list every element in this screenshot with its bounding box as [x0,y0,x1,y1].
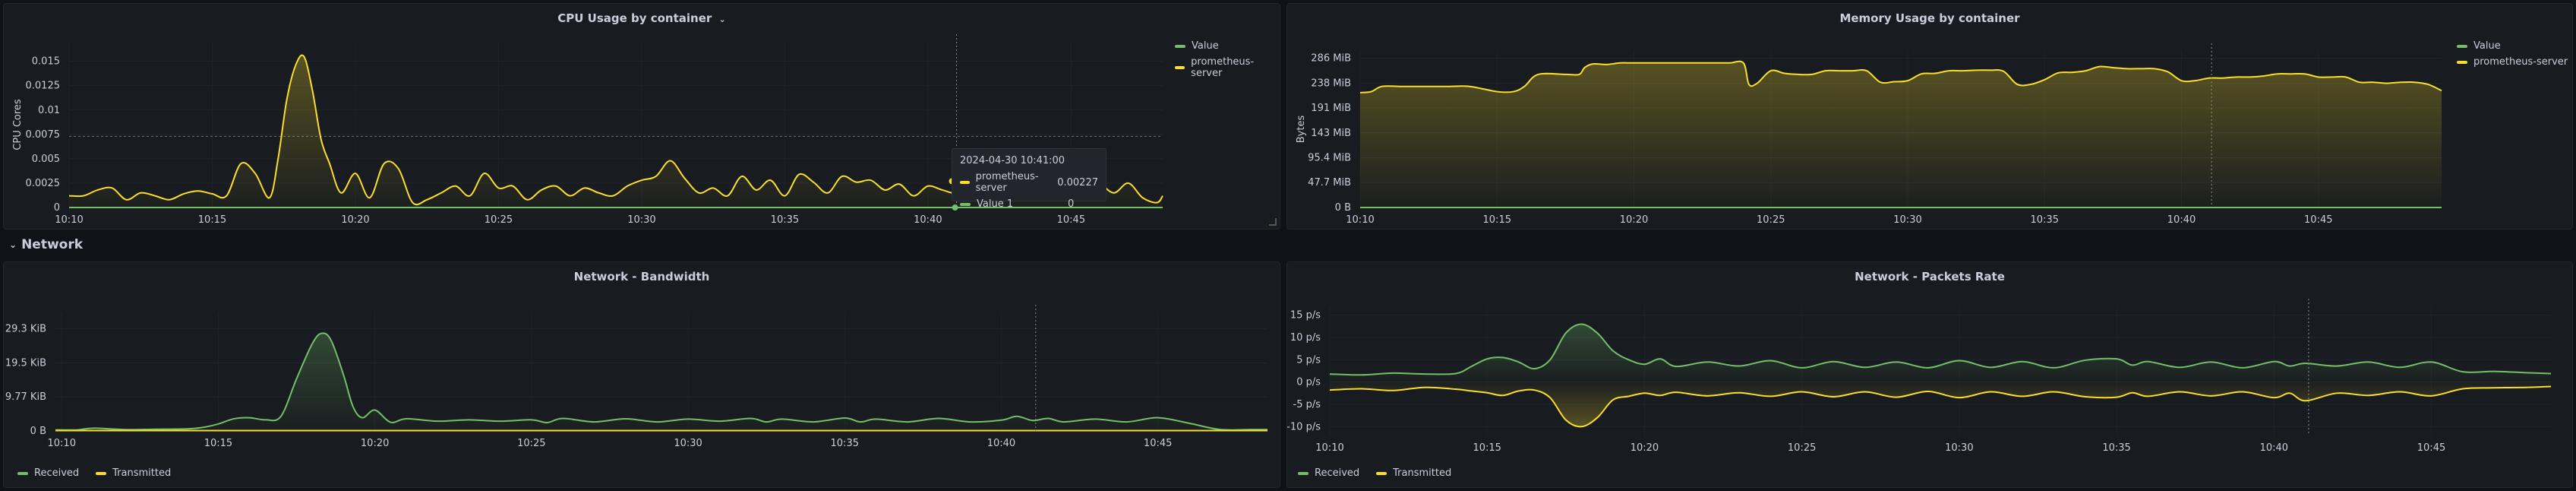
y-axis-label: Bytes [1296,116,1307,144]
x-tick-label: 10:35 [2031,214,2059,226]
x-tick-label: 10:45 [1144,438,1172,449]
legend-item-received[interactable]: Received [1298,467,1359,479]
tooltip-row: Value 10 [960,198,1098,210]
x-tick-label: 10:20 [361,438,389,449]
y-tick-label: 0.01 [38,105,60,116]
bandwidth-legend: Received Transmitted [17,467,171,479]
series-area [1330,324,2551,382]
y-tick-label: 19.5 KiB [5,358,46,369]
bandwidth-chart[interactable]: 0 B 9.77 KiB 19.5 KiB 29.3 KiB 10:10 10:15 10:… [4,262,1280,488]
x-tick-label: 10:45 [1057,214,1085,226]
x-tick-label: 10:45 [2304,214,2332,226]
x-tick-label: 10:10 [1315,442,1343,454]
tooltip-row: prometheus-server 0.00227 [960,171,1098,194]
x-tick-label: 10:35 [771,214,799,226]
cpu-legend: Value prometheus-server [1175,40,1280,84]
y-tick-label: 29.3 KiB [5,324,46,335]
x-tick-label: 10:20 [1620,214,1648,226]
y-tick-label: 238 MiB [1311,78,1351,90]
x-tick-label: 10:10 [48,438,76,449]
y-tick-label: -5 p/s [1293,399,1321,410]
packets-legend: Received Transmitted [1298,467,1451,479]
x-tick-label: 10:30 [627,214,655,226]
y-tick-label: 0 p/s [1296,377,1321,388]
y-tick-label: 9.77 KiB [5,391,46,403]
x-tick-label: 10:40 [987,438,1015,449]
x-tick-label: 10:40 [2260,442,2288,454]
y-tick-label: -10 p/s [1287,421,1321,432]
y-tick-label: 15 p/s [1290,310,1321,322]
cpu-usage-panel[interactable]: CPU Usage by container ⌄ 0 0.0025 0.005 0.0… [3,3,1280,230]
legend-item-received[interactable]: Received [17,467,79,479]
x-tick-label: 10:45 [2417,442,2445,454]
memory-chart[interactable]: 0 B 47.7 MiB 95.4 MiB 143 MiB 191 MiB 238 MiB… [1287,4,2573,230]
memory-legend: Value prometheus-server [2457,40,2568,72]
packets-chart[interactable]: -10 p/s -5 p/s 0 p/s 5 p/s 10 p/s 15 p/s 10:10… [1287,262,2573,488]
legend-item-prometheus-server[interactable]: prometheus-server [2457,56,2568,68]
x-tick-label: 10:20 [341,214,369,226]
legend-item-transmitted[interactable]: Transmitted [96,467,171,479]
x-tick-label: 10:15 [204,438,232,449]
network-bandwidth-panel[interactable]: Network - Bandwidth 0 B 9.77 KiB 19.5 KiB 2… [3,261,1280,488]
x-tick-label: 10:10 [55,214,83,226]
network-packets-panel[interactable]: Network - Packets Rate -10 p/s -5 p/s 0 p/… [1286,261,2573,488]
x-tick-label: 10:25 [485,214,513,226]
chevron-down-icon: ⌄ [9,239,17,250]
x-tick-label: 10:40 [2167,214,2196,226]
y-axis-label: CPU Cores [12,99,24,150]
legend-item-value[interactable]: Value [1175,40,1280,52]
y-tick-label: 286 MiB [1311,53,1351,65]
x-tick-label: 10:15 [198,214,226,226]
x-tick-label: 10:30 [1945,442,1973,454]
x-tick-label: 10:35 [831,438,859,449]
y-tick-label: 5 p/s [1296,354,1321,366]
y-tick-label: 0.0025 [26,178,61,189]
hover-tooltip: 2024-04-30 10:41:00 prometheus-server 0.0… [952,148,1106,210]
y-tick-label: 0.005 [32,154,60,165]
legend-item-value[interactable]: Value [2457,40,2568,52]
y-tick-label: 10 p/s [1290,332,1321,344]
x-tick-label: 10:30 [674,438,702,449]
resize-handle-icon[interactable] [1269,218,1277,226]
y-tick-label: 0 B [1335,202,1351,214]
legend-item-transmitted[interactable]: Transmitted [1376,467,1451,479]
x-tick-label: 10:40 [914,214,942,226]
x-tick-label: 10:35 [2102,442,2130,454]
tooltip-time: 2024-04-30 10:41:00 [960,155,1065,166]
series-line[interactable] [55,332,1267,431]
y-tick-label: 0.015 [32,56,60,68]
y-tick-label: 0.0075 [26,129,61,141]
x-tick-label: 10:25 [517,438,545,449]
x-tick-label: 10:10 [1346,214,1374,226]
y-tick-label: 0 [54,202,60,214]
row-header-network[interactable]: ⌄ Network [9,237,83,252]
x-tick-label: 10:20 [1631,442,1659,454]
x-tick-label: 10:15 [1473,442,1501,454]
y-tick-label: 0 B [30,426,46,437]
legend-item-prometheus-server[interactable]: prometheus-server [1175,56,1280,79]
x-tick-label: 10:25 [1757,214,1785,226]
y-tick-label: 143 MiB [1311,128,1351,139]
y-tick-label: 0.0125 [26,81,61,92]
y-tick-label: 47.7 MiB [1308,177,1351,188]
hover-point [952,204,958,211]
y-tick-label: 95.4 MiB [1308,152,1351,163]
x-tick-label: 10:25 [1788,442,1816,454]
series-area [55,333,1267,431]
x-tick-label: 10:15 [1483,214,1511,226]
y-tick-label: 191 MiB [1311,103,1351,114]
memory-usage-panel[interactable]: Memory Usage by container 0 B 47.7 MiB 95.… [1286,3,2573,230]
x-tick-label: 10:30 [1893,214,1921,226]
